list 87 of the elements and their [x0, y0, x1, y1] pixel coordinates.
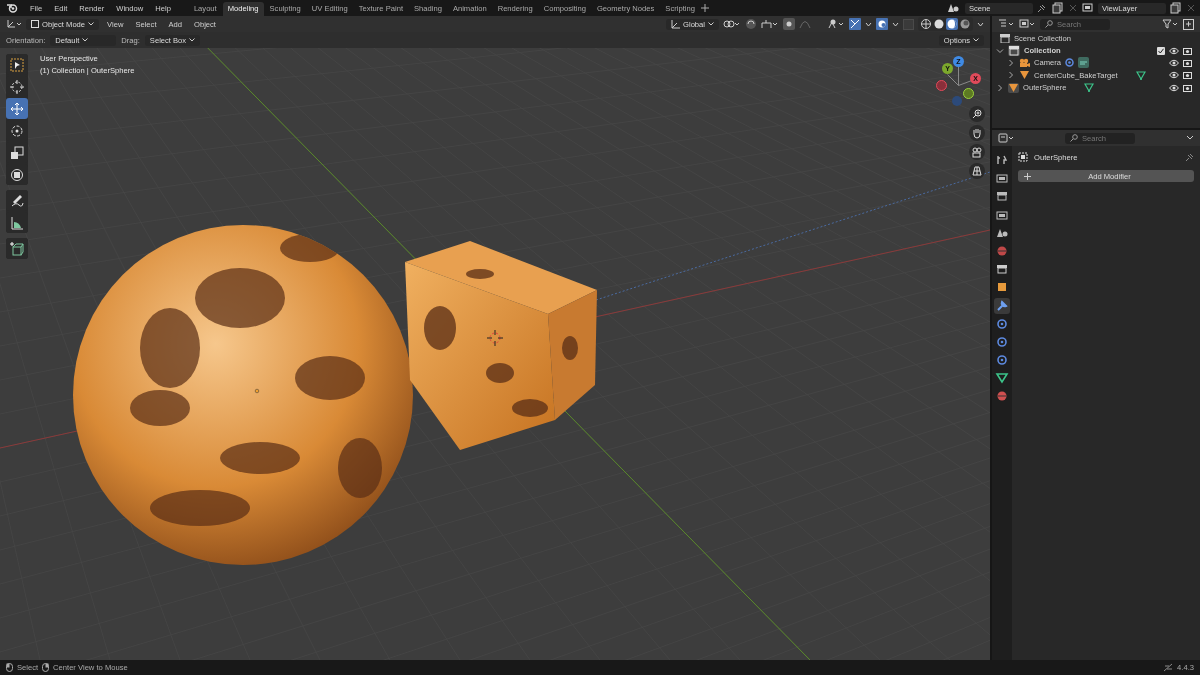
camera-icon[interactable]: [969, 144, 985, 160]
eye-icon[interactable]: [1169, 58, 1179, 67]
search-icon: [1070, 134, 1078, 142]
mouse-icon: [42, 663, 50, 672]
scale-icon: [10, 145, 24, 160]
cube-icon: [31, 20, 39, 28]
mesh-data-icon: [1084, 83, 1095, 93]
axes-icon: [671, 19, 681, 29]
eye-icon[interactable]: [1169, 46, 1179, 55]
disclosure-icon[interactable]: [1007, 71, 1015, 80]
disclosure-icon[interactable]: [996, 83, 1004, 92]
editor-type-icon[interactable]: [998, 19, 1014, 29]
exclude-checkbox[interactable]: [1157, 46, 1165, 55]
3d-cursor-icon: [486, 329, 504, 347]
annotate-icon: [10, 193, 24, 208]
snap-icon[interactable]: [745, 18, 757, 30]
gizmo-toggle-icon[interactable]: [849, 18, 861, 30]
rotate-icon: [10, 123, 24, 138]
mesh-data-icon: [1135, 70, 1146, 80]
dropdown-caret-icon[interactable]: [865, 21, 872, 27]
dropdown-caret-icon[interactable]: [977, 21, 984, 27]
render-icon[interactable]: [1183, 83, 1192, 92]
negative-z-handle[interactable]: [952, 96, 962, 106]
proportional-edit-icon[interactable]: [783, 18, 795, 30]
display-mode-icon[interactable]: [1019, 19, 1035, 29]
eye-icon[interactable]: [1169, 83, 1179, 92]
negative-y-handle[interactable]: [963, 88, 974, 99]
new-collection-icon[interactable]: [1183, 18, 1194, 30]
pin-icon[interactable]: [1185, 152, 1194, 162]
transform-icon: [10, 167, 24, 182]
zoom-icon[interactable]: [969, 106, 985, 122]
chevron-icon: [88, 22, 95, 26]
close-icon[interactable]: [1068, 3, 1078, 13]
search-icon: [1045, 20, 1053, 28]
grid-icon[interactable]: [969, 163, 985, 179]
visibility-icon[interactable]: [827, 18, 845, 30]
origin-dot: [254, 388, 260, 394]
rendered-shading-icon[interactable]: [959, 18, 971, 30]
modifier-tab-icon[interactable]: [994, 297, 1010, 314]
mesh-object-icon: [1019, 70, 1030, 81]
solid-shading-icon[interactable]: [933, 18, 945, 30]
disclosure-icon[interactable]: [1007, 58, 1015, 67]
collection-icon: [1000, 33, 1010, 43]
close-icon[interactable]: [1186, 3, 1196, 13]
pivot-icon[interactable]: [723, 19, 741, 29]
move-tool-button[interactable]: [6, 98, 28, 119]
render-icon[interactable]: [1183, 71, 1192, 80]
camera-icon: [1019, 57, 1030, 68]
add-cube-tool-button[interactable]: [6, 238, 28, 259]
collection-icon: [1008, 45, 1020, 57]
add-icon[interactable]: [700, 4, 709, 12]
eye-icon[interactable]: [1169, 71, 1179, 80]
overlay-toggle-icon[interactable]: [876, 18, 888, 30]
snap-target-icon[interactable]: [761, 19, 779, 29]
chevron-icon: [82, 38, 89, 42]
layers-icon[interactable]: [1082, 3, 1094, 13]
dropdown-caret-icon[interactable]: [1186, 135, 1194, 141]
mouse-icon: [6, 663, 13, 672]
move-icon: [10, 101, 24, 116]
constraint-icon: [1065, 58, 1074, 68]
editor-type-icon[interactable]: [998, 133, 1014, 143]
wireframe-shading-icon[interactable]: [920, 18, 932, 30]
negative-x-handle[interactable]: [936, 80, 947, 91]
dropdown-caret-icon[interactable]: [892, 21, 899, 27]
blender-logo-icon[interactable]: [6, 3, 18, 13]
disclosure-icon[interactable]: [996, 46, 1004, 55]
camera-data-icon: [1078, 57, 1089, 69]
add-cube-icon: [10, 241, 24, 256]
copy-icon[interactable]: [1170, 2, 1182, 14]
chevron-icon: [973, 38, 979, 42]
select-tool-button[interactable]: [6, 54, 28, 75]
pin-icon[interactable]: [1037, 3, 1046, 13]
chevron-icon: [708, 22, 714, 26]
mesh-object-icon: [1008, 82, 1019, 93]
filter-icon[interactable]: [1162, 19, 1178, 29]
add-icon: [1024, 172, 1031, 180]
select-icon: [10, 57, 24, 72]
object-icon: [1018, 152, 1028, 162]
measure-icon: [10, 215, 24, 230]
editor-type-icon[interactable]: [6, 19, 22, 29]
render-icon[interactable]: [1183, 58, 1192, 67]
cursor-icon: [10, 79, 24, 94]
scene-icon[interactable]: [947, 3, 961, 13]
copy-icon[interactable]: [1052, 2, 1064, 14]
render-icon[interactable]: [1183, 46, 1192, 55]
material-shading-icon[interactable]: [946, 18, 958, 30]
chevron-icon: [189, 38, 196, 42]
